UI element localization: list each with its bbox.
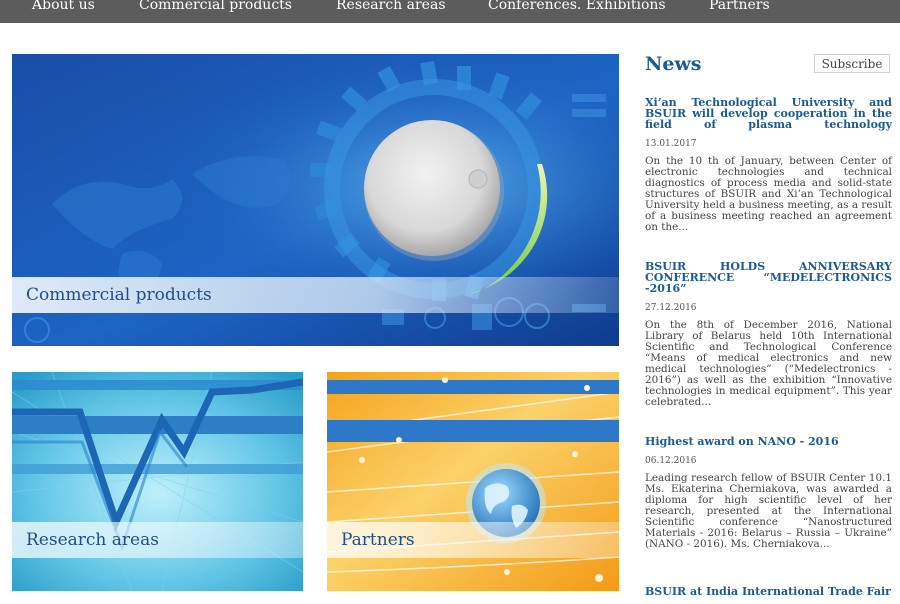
news-item-date: 27.12.2016 xyxy=(645,303,697,313)
news-item-text: On the 8th of December 2016, National Li… xyxy=(645,319,892,408)
research-areas-tile[interactable]: Research areas xyxy=(12,372,303,591)
news-item-title[interactable]: BSUIR at India International Trade Fair xyxy=(645,586,892,596)
partners-tile[interactable]: Partners xyxy=(327,372,619,591)
commercial-products-tile[interactable]: Commercial products xyxy=(12,54,619,346)
news-item-text: Leading research fellow of BSUIR Center … xyxy=(645,472,892,550)
news-item: Xi’an Technological University and BSUIR… xyxy=(645,97,892,233)
research-areas-label: Research areas xyxy=(26,530,159,550)
news-item-title[interactable]: BSUIR HOLDS ANNIVERSARY CONFERENCE “MEDE… xyxy=(645,261,892,294)
partners-label: Partners xyxy=(341,530,415,550)
news-item-title[interactable]: Highest award on NANO - 2016 xyxy=(645,436,892,447)
news-item: Highest award on NANO - 2016 06.12.2016 … xyxy=(645,436,892,550)
partners-banner-image xyxy=(327,372,619,591)
top-navigation: About us Commercial products Research ar… xyxy=(0,0,900,23)
commercial-products-label: Commercial products xyxy=(26,285,212,305)
news-heading: News xyxy=(645,53,702,75)
nav-partners[interactable]: Partners xyxy=(709,0,770,13)
news-item: BSUIR HOLDS ANNIVERSARY CONFERENCE “MEDE… xyxy=(645,261,892,408)
news-item-text: On the 10 th of January, between Center … xyxy=(645,155,892,233)
research-areas-banner-image xyxy=(12,372,303,591)
news-item: BSUIR at India International Trade Fair xyxy=(645,586,892,596)
news-item-title[interactable]: Xi’an Technological University and BSUIR… xyxy=(645,97,892,130)
news-item-date: 06.12.2016 xyxy=(645,456,697,466)
nav-research-areas[interactable]: Research areas xyxy=(336,0,446,13)
nav-about-us[interactable]: About us xyxy=(32,0,95,13)
nav-conferences-exhibitions[interactable]: Conferences. Exhibitions xyxy=(488,0,666,13)
nav-commercial-products[interactable]: Commercial products xyxy=(139,0,292,13)
subscribe-button[interactable]: Subscribe xyxy=(814,54,890,73)
news-item-date: 13.01.2017 xyxy=(645,139,697,149)
